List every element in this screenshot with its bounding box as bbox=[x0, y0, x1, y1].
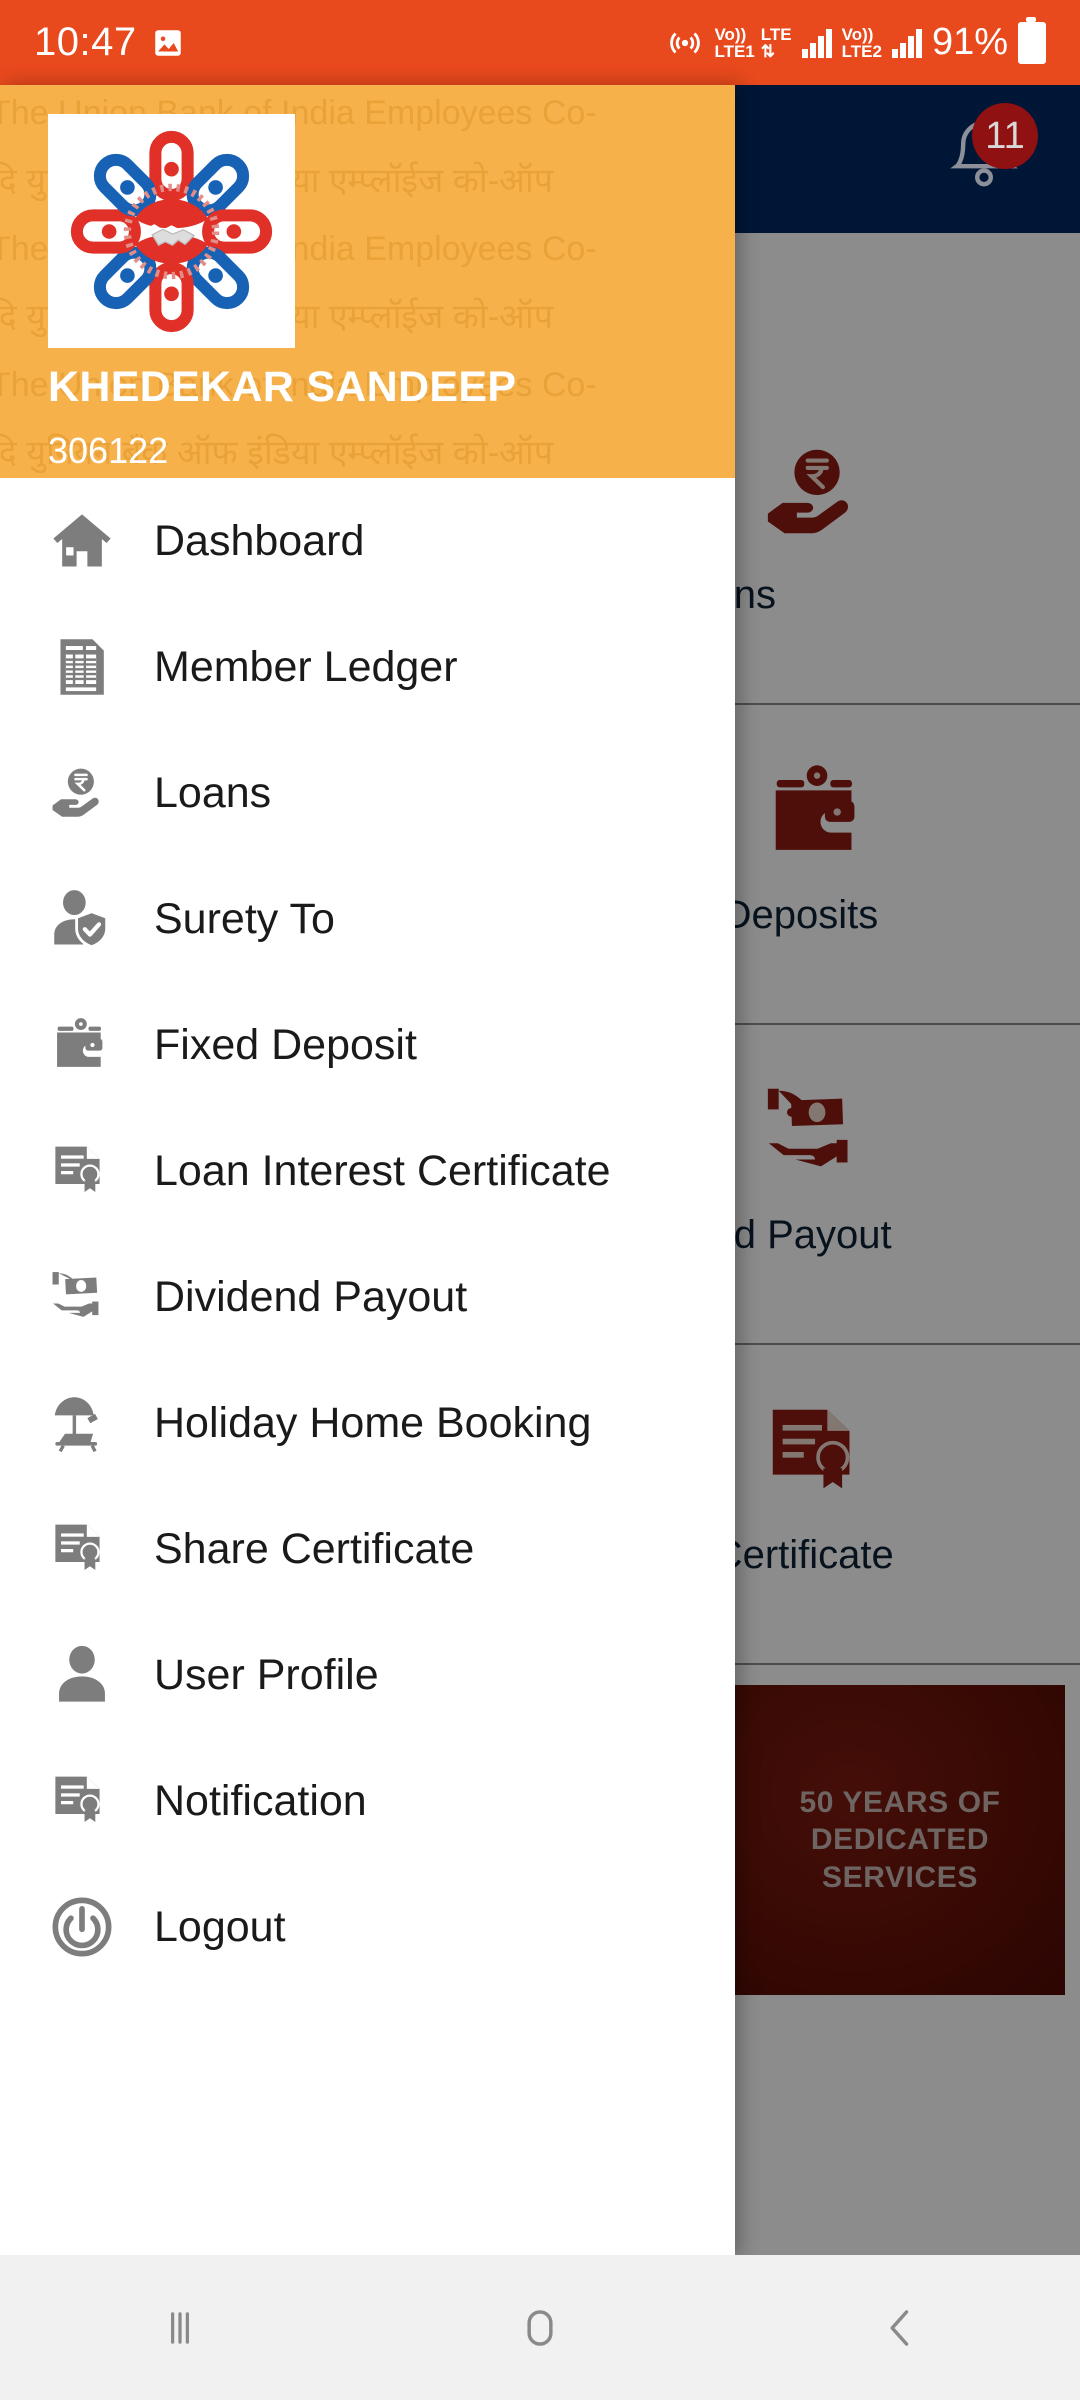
hand-rupee-icon bbox=[44, 755, 120, 831]
drawer-user-name: KHEDEKAR SANDEEP bbox=[48, 363, 516, 412]
hotspot-icon bbox=[666, 24, 704, 62]
sidebar-item-loan-interest-certificate[interactable]: Loan Interest Certificate bbox=[0, 1108, 735, 1234]
navigation-drawer: The Union Bank of India Employees Co- दि… bbox=[0, 85, 735, 2255]
sidebar-item-label: Member Ledger bbox=[154, 643, 458, 692]
sim1-lte-label: LTE ⇅ bbox=[761, 26, 792, 60]
home-icon bbox=[44, 503, 120, 579]
sim1-volte-label: Vo)) bbox=[714, 26, 754, 43]
sidebar-item-label: Surety To bbox=[154, 895, 335, 944]
sim2-indicator: Vo)) LTE2 bbox=[842, 26, 882, 60]
ledger-icon bbox=[44, 629, 120, 705]
sim1-indicator: Vo)) LTE1 bbox=[714, 26, 754, 60]
sidebar-item-member-ledger[interactable]: Member Ledger bbox=[0, 604, 735, 730]
sidebar-item-label: Holiday Home Booking bbox=[154, 1399, 591, 1448]
sidebar-item-label: Loans bbox=[154, 769, 271, 818]
sim2-network-label: LTE2 bbox=[842, 43, 882, 60]
sim2-volte-label: Vo)) bbox=[842, 26, 882, 43]
certificate-icon bbox=[44, 1763, 120, 1839]
sidebar-item-logout[interactable]: Logout bbox=[0, 1864, 735, 1990]
sidebar-item-surety-to[interactable]: Surety To bbox=[0, 856, 735, 982]
notification-badge: 11 bbox=[972, 103, 1038, 169]
union-bank-employees-coop-logo bbox=[48, 114, 295, 348]
sidebar-item-label: Logout bbox=[154, 1903, 286, 1952]
status-bar: 10:47 Vo)) LTE1 LTE ⇅ bbox=[0, 0, 1080, 85]
certificate-icon bbox=[44, 1133, 120, 1209]
sidebar-item-dashboard[interactable]: Dashboard bbox=[0, 478, 735, 604]
status-bar-right: Vo)) LTE1 LTE ⇅ Vo)) LTE2 91% bbox=[666, 21, 1046, 64]
sidebar-item-holiday-home-booking[interactable]: Holiday Home Booking bbox=[0, 1360, 735, 1486]
sidebar-item-fixed-deposit[interactable]: Fixed Deposit bbox=[0, 982, 735, 1108]
sidebar-item-loans[interactable]: Loans bbox=[0, 730, 735, 856]
recents-icon bbox=[154, 2302, 206, 2354]
data-arrows-icon: ⇅ bbox=[761, 43, 792, 60]
sidebar-item-share-certificate[interactable]: Share Certificate bbox=[0, 1486, 735, 1612]
sim1-signal-bars-icon bbox=[802, 28, 832, 58]
home-button[interactable] bbox=[480, 2288, 600, 2368]
sidebar-item-label: Dividend Payout bbox=[154, 1273, 467, 1322]
person-icon bbox=[44, 1637, 120, 1713]
wallet-icon bbox=[44, 1007, 120, 1083]
person-shield-check-icon bbox=[44, 881, 120, 957]
certificate-icon bbox=[44, 1511, 120, 1587]
sidebar-item-label: User Profile bbox=[154, 1651, 379, 1700]
sidebar-item-label: Dashboard bbox=[154, 517, 364, 566]
power-icon bbox=[44, 1889, 120, 1965]
hand-cash-icon bbox=[44, 1259, 120, 1335]
sidebar-item-label: Fixed Deposit bbox=[154, 1021, 417, 1070]
drawer-menu: Dashboard Member bbox=[0, 478, 735, 1990]
sidebar-item-label: Share Certificate bbox=[154, 1525, 474, 1574]
sidebar-item-dividend-payout[interactable]: Dividend Payout bbox=[0, 1234, 735, 1360]
sidebar-item-label: Loan Interest Certificate bbox=[154, 1147, 611, 1196]
clock: 10:47 bbox=[34, 20, 137, 65]
back-button[interactable] bbox=[840, 2288, 960, 2368]
sim2-signal-bars-icon bbox=[892, 28, 922, 58]
status-bar-left: 10:47 bbox=[34, 20, 185, 65]
sidebar-item-notification[interactable]: Notification bbox=[0, 1738, 735, 1864]
back-icon bbox=[874, 2302, 926, 2354]
image-icon bbox=[151, 26, 185, 60]
drawer-header: The Union Bank of India Employees Co- दि… bbox=[0, 85, 735, 478]
notification-button[interactable]: 11 bbox=[936, 111, 1032, 207]
android-nav-bar bbox=[0, 2255, 1080, 2400]
home-icon bbox=[514, 2302, 566, 2354]
sim1-network-label: LTE1 bbox=[714, 43, 754, 60]
sidebar-item-user-profile[interactable]: User Profile bbox=[0, 1612, 735, 1738]
recents-button[interactable] bbox=[120, 2288, 240, 2368]
phone-screen: 10:47 Vo)) LTE1 LTE ⇅ bbox=[0, 0, 1080, 2400]
beach-umbrella-chair-icon bbox=[44, 1385, 120, 1461]
battery-icon bbox=[1018, 22, 1046, 64]
drawer-scrim[interactable] bbox=[735, 233, 1080, 2255]
battery-percent: 91% bbox=[932, 21, 1008, 64]
drawer-member-id: 306122 bbox=[48, 430, 168, 472]
sidebar-item-label: Notification bbox=[154, 1777, 367, 1826]
